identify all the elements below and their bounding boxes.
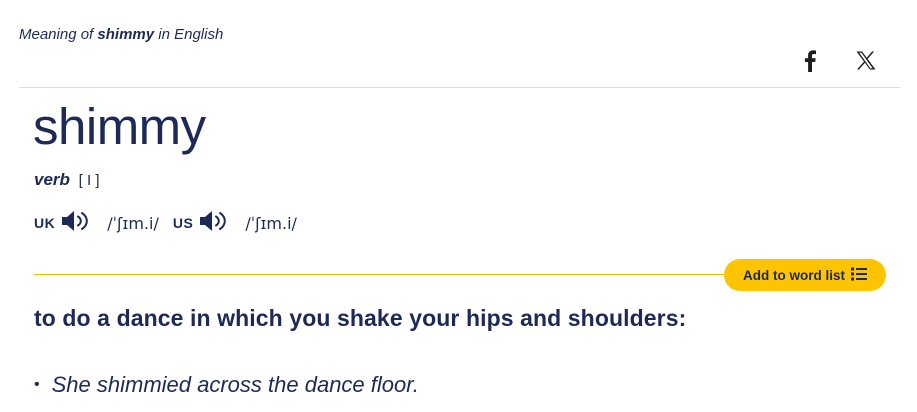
x-share-button[interactable]: [853, 50, 879, 76]
part-of-speech: verb: [34, 170, 70, 189]
bullet-icon: •: [34, 376, 40, 393]
meaning-heading: Meaning of shimmy in English: [19, 26, 223, 43]
uk-audio-button[interactable]: [61, 210, 91, 237]
example-text: She shimmied across the dance floor.: [51, 372, 419, 397]
region-us: US: [172, 215, 194, 231]
us-audio-button[interactable]: [199, 210, 229, 237]
share-bar: [797, 49, 879, 77]
add-to-word-list-button[interactable]: Add to word list: [724, 259, 886, 291]
meaning-suffix: in English: [158, 26, 224, 43]
meaning-word: shimmy: [97, 26, 155, 43]
region-uk: UK: [34, 215, 56, 231]
example-item: • She shimmied across the dance floor.: [34, 372, 419, 398]
facebook-icon: [804, 49, 816, 77]
grammar-code: [ I ]: [78, 172, 100, 189]
speaker-icon: [61, 210, 91, 237]
x-icon: [856, 51, 876, 75]
uk-ipa: /ˈʃɪm.i/: [107, 213, 159, 233]
meaning-prefix: Meaning of: [19, 26, 94, 43]
header-divider: [19, 87, 900, 88]
facebook-share-button[interactable]: [797, 49, 823, 77]
headword: shimmy: [33, 98, 206, 155]
part-of-speech-line: verb [ I ]: [34, 170, 100, 190]
speaker-icon: [199, 210, 229, 237]
list-icon: [851, 267, 867, 284]
add-to-word-list-label: Add to word list: [743, 267, 845, 283]
us-ipa: /ˈʃɪm.i/: [245, 213, 297, 233]
pronunciation-line: UK /ˈʃɪm.i/ US /ˈʃɪm.i/: [34, 210, 311, 237]
definition-text: to do a dance in which you shake your hi…: [34, 305, 687, 331]
